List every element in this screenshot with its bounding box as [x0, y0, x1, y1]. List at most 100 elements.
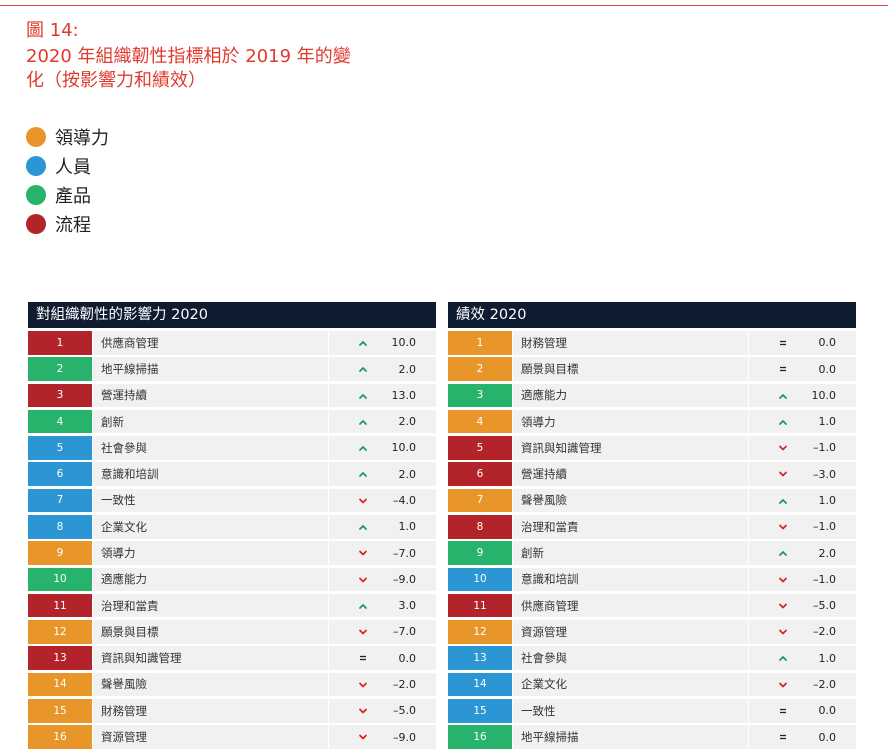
chevron-down-icon — [779, 682, 787, 688]
indicator-name: 領導力 — [513, 409, 748, 434]
change-cell: 10.0 — [749, 383, 856, 408]
change-value: 13.0 — [391, 388, 417, 402]
performance-table-title: 績效 2020 — [448, 302, 856, 328]
indicator-name: 社會參與 — [513, 646, 748, 670]
rank-cell: 15 — [28, 698, 92, 723]
change-cell: –2.0 — [749, 672, 856, 697]
legend-item-process: 流程 — [26, 209, 109, 238]
chevron-up-icon — [779, 393, 787, 399]
indicator-name: 意識和培訓 — [93, 462, 328, 486]
chevron-up-icon — [359, 446, 367, 452]
table-row: 9 創新 2.0 — [448, 541, 856, 565]
rank-cell: 2 — [28, 357, 92, 381]
chevron-down-icon — [779, 472, 787, 477]
change-cell: 0.0 — [329, 646, 436, 670]
impact-table-rows: 1 供應商管理 10.0 2 地平線掃描 2.0 3 營運持續 13.0 4 創新 2.0 5 社會參與 1… — [28, 331, 436, 749]
change-value: 10.0 — [391, 441, 417, 455]
table-row: 5 資訊與知識管理 –1.0 — [448, 436, 856, 460]
rank-cell: 9 — [448, 541, 512, 565]
rank-cell: 4 — [28, 409, 92, 434]
change-value: 2.0 — [818, 546, 837, 560]
indicator-name: 供應商管理 — [513, 593, 748, 618]
legend-label: 產品 — [55, 185, 91, 207]
table-row: 2 地平線掃描 2.0 — [28, 357, 436, 381]
indicator-name: 領導力 — [93, 541, 328, 565]
table-row: 3 適應能力 10.0 — [448, 383, 856, 408]
change-value: 10.0 — [811, 388, 837, 402]
chevron-up-icon — [779, 551, 787, 557]
legend-item-people: 人員 — [26, 151, 109, 180]
indicator-name: 創新 — [513, 541, 748, 565]
legend-dot-process-icon — [26, 213, 46, 234]
chevron-down-icon — [779, 524, 787, 530]
rank-cell: 3 — [28, 383, 92, 408]
chevron-down-icon — [359, 498, 367, 504]
indicator-name: 供應商管理 — [93, 331, 328, 355]
legend-item-product: 產品 — [26, 180, 109, 209]
indicator-name: 一致性 — [513, 698, 748, 723]
change-cell: 0.0 — [749, 725, 856, 749]
table-row: 7 聲譽風險 1.0 — [448, 488, 856, 513]
change-cell: –1.0 — [749, 567, 856, 592]
impact-table: 對組織韌性的影響力 2020 1 供應商管理 10.0 2 地平線掃描 2.0 3 營運持續 1… — [28, 302, 436, 752]
rank-cell: 16 — [28, 725, 92, 749]
chevron-up-icon — [359, 603, 367, 609]
rank-cell: 13 — [28, 646, 92, 670]
equal-icon — [780, 340, 786, 346]
indicator-name: 企業文化 — [93, 514, 328, 539]
change-cell: 0.0 — [749, 357, 856, 381]
change-cell: –7.0 — [329, 620, 436, 644]
chevron-up-icon — [779, 656, 787, 662]
table-row: 5 社會參與 10.0 — [28, 436, 436, 460]
chevron-up-icon — [359, 419, 367, 425]
table-row: 14 企業文化 –2.0 — [448, 672, 856, 697]
rank-cell: 1 — [28, 331, 92, 355]
table-row: 6 營運持續 –3.0 — [448, 462, 856, 486]
table-row: 4 創新 2.0 — [28, 409, 436, 434]
change-cell: –2.0 — [749, 620, 856, 644]
rank-cell: 14 — [448, 672, 512, 697]
rank-cell: 16 — [448, 725, 512, 749]
change-cell: 1.0 — [749, 409, 856, 434]
impact-table-title: 對組織韌性的影響力 2020 — [28, 302, 436, 328]
rank-cell: 5 — [448, 436, 512, 460]
legend-dot-product-icon — [26, 184, 46, 205]
figure-title: 2020 年組織韌性指標相於 2019 年的變化（按影響力和績效） — [26, 46, 351, 91]
change-value: 0.0 — [818, 362, 837, 376]
chevron-down-icon — [359, 734, 367, 740]
change-value: –3.0 — [813, 467, 836, 481]
change-cell: 1.0 — [329, 514, 436, 539]
rank-cell: 8 — [448, 514, 512, 539]
performance-table-rows: 1 財務管理 0.0 2 願景與目標 0.0 3 適應能力 10.0 4 領導力 1.0 5 資訊與知識管… — [448, 331, 856, 749]
change-value: –9.0 — [393, 572, 416, 586]
chevron-down-icon — [359, 550, 367, 556]
rank-cell: 6 — [28, 462, 92, 486]
legend-item-leadership: 領導力 — [26, 122, 109, 151]
change-cell: –7.0 — [329, 541, 436, 565]
indicator-name: 企業文化 — [513, 672, 748, 697]
table-row: 12 願景與目標 –7.0 — [28, 620, 436, 644]
change-value: –2.0 — [813, 677, 836, 691]
rank-cell: 7 — [448, 488, 512, 513]
rank-cell: 12 — [28, 620, 92, 644]
table-row: 1 財務管理 0.0 — [448, 331, 856, 355]
table-row: 11 供應商管理 –5.0 — [448, 593, 856, 618]
table-row: 2 願景與目標 0.0 — [448, 357, 856, 381]
change-cell: –5.0 — [749, 593, 856, 618]
indicator-name: 社會參與 — [93, 436, 328, 460]
table-row: 15 一致性 0.0 — [448, 698, 856, 723]
change-value: 2.0 — [398, 415, 417, 429]
indicator-name: 營運持續 — [93, 383, 328, 408]
change-value: 0.0 — [818, 336, 837, 350]
table-row: 12 資源管理 –2.0 — [448, 620, 856, 644]
rank-cell: 13 — [448, 646, 512, 670]
table-row: 1 供應商管理 10.0 — [28, 331, 436, 355]
change-value: 2.0 — [398, 362, 417, 376]
indicator-name: 地平線掃描 — [513, 725, 748, 749]
rank-cell: 11 — [28, 593, 92, 618]
indicator-name: 聲譽風險 — [513, 488, 748, 513]
indicator-name: 資源管理 — [93, 725, 328, 749]
chevron-up-icon — [359, 393, 367, 399]
change-cell: 13.0 — [329, 383, 436, 408]
chevron-up-icon — [779, 419, 787, 425]
